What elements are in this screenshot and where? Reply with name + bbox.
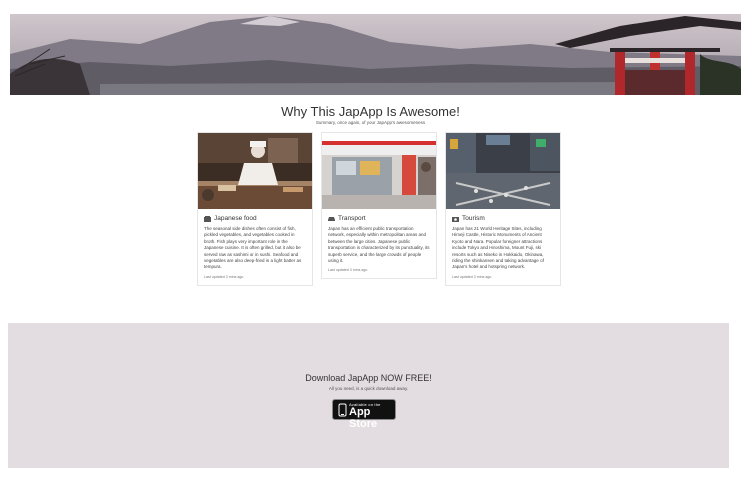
card-meta: Last updated 3 mins ago [204,274,244,279]
card-title: Japanese food [214,215,257,222]
hero-banner [10,14,741,95]
hero-image [10,14,741,95]
apple-icon [338,403,347,417]
card-title-row: Transport [328,215,430,222]
restaurant-icon [204,215,211,222]
tourism-image [446,133,560,209]
download-title: Download JapApp NOW FREE! [305,373,432,383]
download-section: Download JapApp NOW FREE! All you need, … [8,323,729,468]
section-subtitle: Summary, once again, of your JapApp's aw… [315,120,426,125]
card-tourism: Tourism Japan has 21 World Heritage Site… [445,132,561,286]
japanese-food-image [198,133,312,209]
card-title: Tourism [462,215,485,222]
car-icon [328,216,335,221]
app-store-button[interactable]: Available on the App Store [332,399,396,430]
card-title: Transport [338,215,366,222]
card-text: Japan has an efficient public transporta… [328,226,430,264]
section-title: Why This JapApp Is Awesome! [281,104,460,119]
card-text: Japan has 21 World Heritage Sites, inclu… [452,226,544,270]
card-meta: Last updated 3 mins ago [452,274,492,279]
card-title-row: Tourism [452,215,554,222]
badge-big-text: App Store [349,406,378,430]
card-transport: Transport Japan has an efficient public … [321,132,437,280]
transport-image [322,133,436,209]
card-text: The seasonal side dishes often consist o… [204,226,302,270]
download-subtitle: All you need, is a quick download away. [328,386,409,391]
card-japanese-food: Japanese food The seasonal side dishes o… [197,132,313,286]
camera-icon [452,216,459,222]
card-meta: Last updated 3 mins ago [328,268,368,273]
card-title-row: Japanese food [204,215,306,222]
